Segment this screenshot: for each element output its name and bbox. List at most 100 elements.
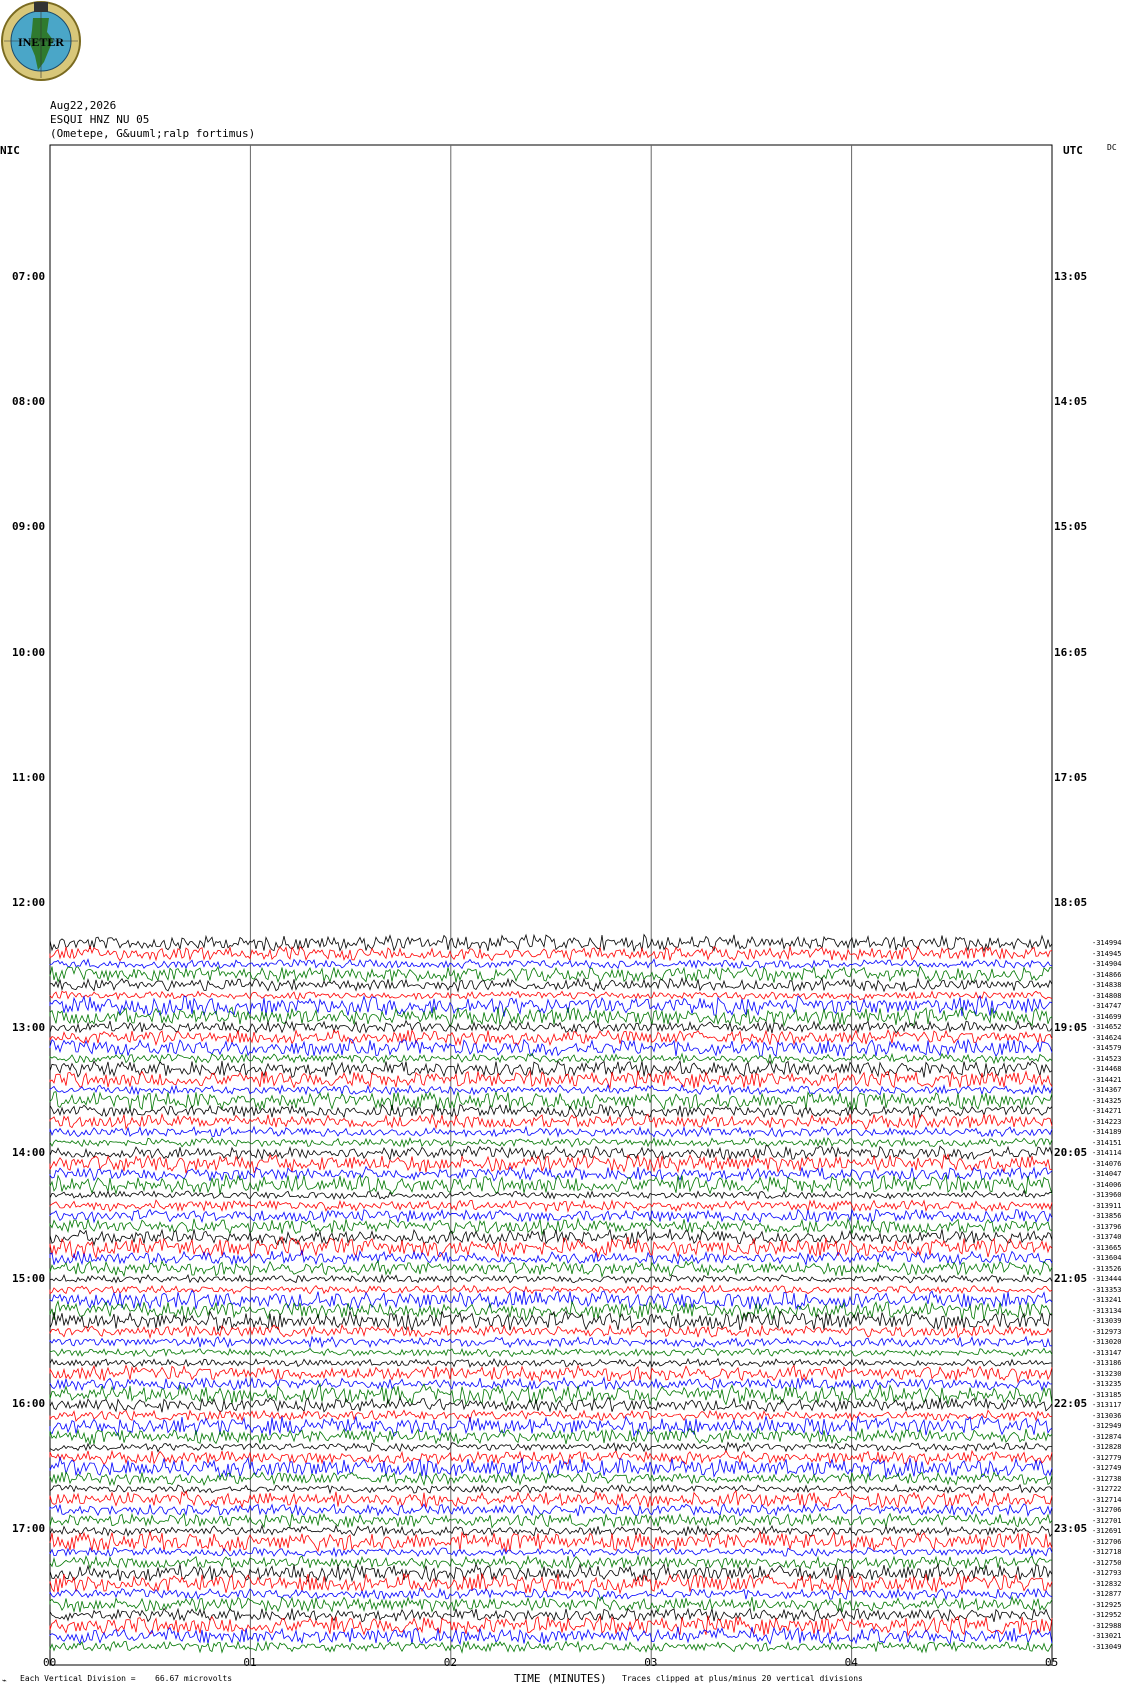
trace-offset-label: -313856 [1092, 1212, 1122, 1220]
seismic-trace [49, 1090, 1053, 1112]
trace-offset-label: -314652 [1092, 1023, 1122, 1031]
trace-offset-label: -314271 [1092, 1107, 1122, 1115]
trace-offset-label: -313241 [1092, 1296, 1122, 1304]
left-hour-label: 07:00 [12, 270, 46, 283]
footer-icon: ⌁ [2, 1676, 7, 1685]
trace-offset-label: -314838 [1092, 981, 1122, 989]
trace-offset-label: -312749 [1092, 1464, 1122, 1472]
trace-offset-label: -312750 [1092, 1558, 1122, 1567]
seismic-trace [49, 1502, 1053, 1517]
trace-offset-label: -314808 [1092, 991, 1122, 1000]
trace-offset-label: -313235 [1092, 1380, 1122, 1388]
seismic-trace [49, 1299, 1053, 1322]
seismic-trace [49, 1512, 1053, 1529]
seismic-trace [49, 1546, 1053, 1558]
trace-offset-label: -314189 [1092, 1128, 1122, 1136]
trace-offset-label: -313665 [1092, 1243, 1122, 1252]
trace-offset-label: -313604 [1092, 1254, 1122, 1262]
seismic-trace [49, 1136, 1053, 1149]
trace-offset-label: -312973 [1092, 1327, 1122, 1336]
seismic-trace [49, 1335, 1052, 1349]
trace-offset-label: -312701 [1092, 1516, 1122, 1525]
right-hour-label: 15:05 [1054, 520, 1088, 534]
seismic-trace [49, 1228, 1053, 1247]
trace-offset-label: -312691 [1092, 1527, 1122, 1535]
seismic-trace [49, 1125, 1053, 1138]
trace-offset-label: -314523 [1092, 1054, 1122, 1063]
trace-offset-label: -312952 [1092, 1611, 1122, 1619]
x-tick-label: 04 [844, 1656, 858, 1669]
trace-offset-label: -313911 [1092, 1201, 1122, 1210]
left-hour-label: 11:00 [12, 770, 46, 784]
trace-offset-label: -313230 [1092, 1369, 1122, 1378]
seismic-trace [49, 1284, 1053, 1295]
seismic-trace [49, 1144, 1053, 1162]
trace-offset-label: -314325 [1092, 1096, 1122, 1105]
trace-offset-label: -313049 [1092, 1642, 1122, 1651]
trace-offset-label: -313134 [1092, 1306, 1122, 1315]
seismic-trace [49, 1376, 1053, 1392]
trace-offset-label: -314076 [1092, 1159, 1122, 1168]
trace-offset-label: -314904 [1092, 960, 1122, 968]
left-hour-label: 17:00 [12, 1522, 46, 1535]
seismic-trace [49, 1153, 1053, 1174]
seismic-trace [49, 1208, 1053, 1224]
right-hour-label: 16:05 [1054, 645, 1088, 659]
trace-offset-label: -314994 [1092, 939, 1122, 947]
trace-offset-label: -313444 [1092, 1275, 1122, 1283]
seismic-trace [49, 1441, 1053, 1453]
seismic-trace [49, 1112, 1053, 1131]
trace-offset-label: -314866 [1092, 970, 1122, 979]
x-tick-label: 00 [43, 1656, 57, 1669]
seismic-trace [49, 958, 1053, 970]
left-hour-label: 14:00 [12, 1146, 46, 1160]
trace-offset-label: -313039 [1092, 1317, 1122, 1325]
seismic-trace [49, 976, 1053, 993]
right-hour-label: 21:05 [1054, 1271, 1088, 1285]
trace-offset-label: -313117 [1092, 1401, 1122, 1409]
seismic-trace [49, 945, 1053, 962]
trace-offset-label: -312832 [1092, 1579, 1122, 1588]
left-hour-label: 10:00 [12, 645, 46, 659]
clip-note: Traces clipped at plus/minus 20 vertical… [622, 1674, 863, 1683]
plot-frame [49, 144, 1053, 1666]
scale-value: 66.67 microvolts [155, 1674, 233, 1683]
right-hour-label: 18:05 [1054, 896, 1088, 909]
trace-offset-label: -313021 [1092, 1632, 1122, 1640]
trace-offset-label: -312925 [1092, 1600, 1122, 1609]
seismic-trace [49, 1103, 1053, 1120]
seismic-trace [49, 1357, 1053, 1368]
left-hour-label: 13:00 [12, 1021, 46, 1035]
trace-offset-label: -312988 [1092, 1621, 1122, 1630]
trace-offset-label: -312714 [1092, 1495, 1122, 1504]
seismic-trace [49, 1059, 1053, 1078]
x-axis-title: TIME (MINUTES) [514, 1672, 607, 1685]
seismic-trace [49, 1347, 1053, 1358]
trace-offset-label: -314747 [1092, 1002, 1122, 1010]
seismic-trace [49, 1273, 1053, 1284]
trace-offset-label: -313353 [1092, 1285, 1122, 1294]
right-hour-label: 14:05 [1054, 395, 1088, 409]
left-hour-label: 08:00 [12, 395, 46, 409]
trace-offset-label: -312793 [1092, 1569, 1122, 1577]
seismic-trace [49, 1427, 1053, 1445]
seismic-trace [49, 1409, 1053, 1423]
right-hour-label: 17:05 [1054, 770, 1088, 784]
trace-offset-label: -312706 [1092, 1506, 1122, 1514]
seismic-trace [49, 1615, 1053, 1637]
trace-offset-label: -314699 [1092, 1012, 1122, 1021]
trace-offset-label: -312718 [1092, 1548, 1122, 1556]
right-hour-label: 20:05 [1054, 1146, 1088, 1160]
trace-offset-label: -314367 [1092, 1086, 1122, 1094]
trace-offset-label: -312877 [1092, 1590, 1122, 1598]
trace-offset-label: -313185 [1092, 1390, 1122, 1399]
trace-offset-label: -314151 [1092, 1138, 1122, 1147]
seismic-trace [49, 1489, 1053, 1510]
right-hour-label: 22:05 [1054, 1396, 1088, 1410]
trace-offset-label: -313796 [1092, 1222, 1122, 1231]
seismogram-plot [49, 144, 1053, 1666]
trace-offset-label: -314945 [1092, 949, 1122, 958]
left-hour-label: 16:00 [12, 1396, 46, 1410]
trace-offset-label: -312779 [1092, 1453, 1122, 1462]
trace-offset-label: -312949 [1092, 1422, 1122, 1430]
